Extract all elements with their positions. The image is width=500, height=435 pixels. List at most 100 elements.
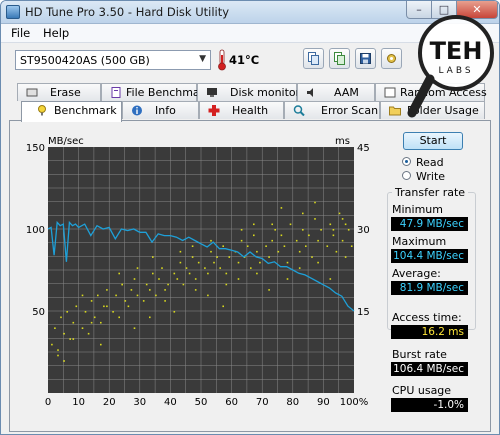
access-time-point xyxy=(219,267,221,269)
access-time-point xyxy=(72,321,75,324)
access-time-point xyxy=(302,212,304,215)
menu-file[interactable]: File xyxy=(11,26,30,40)
hd-tune-window: HD Tune Pro 3.50 - Hard Disk Utility – □… xyxy=(0,0,500,435)
access-time-point xyxy=(256,272,258,275)
access-time-point xyxy=(286,261,289,264)
access-time-point xyxy=(253,234,255,237)
watermark-line1: TEH xyxy=(430,37,483,65)
tab-error-scan[interactable]: Error Scan xyxy=(284,101,380,119)
left-axis-unit: MB/sec xyxy=(48,136,84,147)
cpu-usage-value: -1.0% xyxy=(391,398,468,412)
access-time-point xyxy=(335,250,338,253)
left-tick-label: 150 xyxy=(26,143,45,154)
plot-grid xyxy=(48,147,354,393)
x-tick-label: 40 xyxy=(164,397,177,408)
tab-disk-monitor[interactable]: Disk monitor xyxy=(197,83,300,101)
temperature-value: 41°C xyxy=(229,53,260,67)
x-tick-label: 70 xyxy=(256,397,269,408)
access-time-point xyxy=(182,283,185,286)
minimum-label: Minimum xyxy=(392,203,443,216)
access-time-point xyxy=(332,229,335,231)
access-time-point xyxy=(133,278,136,280)
maximum-label: Maximum xyxy=(392,235,447,248)
copy-info-icon xyxy=(308,52,319,65)
access-time-point xyxy=(314,201,316,204)
access-time-point xyxy=(341,218,344,220)
x-tick-label: 90 xyxy=(317,397,330,408)
burst-rate-value: 106.4 MB/sec xyxy=(391,362,468,376)
chevron-down-icon: ▼ xyxy=(199,54,206,64)
access-time-point xyxy=(250,267,252,269)
options-button[interactable] xyxy=(381,48,402,69)
access-time-point xyxy=(295,239,298,242)
access-time-point xyxy=(87,332,90,335)
start-button[interactable]: Start xyxy=(403,132,463,150)
tab-health[interactable]: Health xyxy=(199,101,284,119)
tab-benchmark[interactable]: Benchmark xyxy=(21,101,122,122)
access-time-point xyxy=(97,294,99,297)
drive-select[interactable]: ST9500420AS (500 GB) ▼ xyxy=(15,50,211,70)
maximum-value: 104.4 MB/sec xyxy=(391,249,468,263)
access-time-point xyxy=(280,234,283,237)
aam-icon xyxy=(307,88,313,97)
benchmark-icon xyxy=(38,105,46,116)
access-time-point xyxy=(197,261,200,264)
access-time-point xyxy=(130,289,133,291)
tab-info[interactable]: Info xyxy=(122,101,199,119)
access-time-point xyxy=(100,343,102,346)
x-tick-label: 80 xyxy=(286,397,299,408)
random-access-icon xyxy=(384,87,396,98)
access-time-point xyxy=(204,267,206,269)
access-time-point xyxy=(268,256,270,258)
access-time-point xyxy=(188,272,191,275)
access-time-point xyxy=(213,261,215,264)
app-icon xyxy=(6,5,20,19)
access-time-point xyxy=(329,223,332,226)
save-button[interactable] xyxy=(355,48,376,69)
access-time-label: Access time: xyxy=(392,311,462,324)
access-time-value: 16.2 ms xyxy=(391,325,468,339)
drive-select-value: ST9500420AS (500 GB) xyxy=(20,54,150,67)
write-radio[interactable]: Write xyxy=(402,170,472,183)
erase-icon xyxy=(26,88,38,97)
menu-help[interactable]: Help xyxy=(43,26,69,40)
access-time-point xyxy=(112,311,114,313)
access-time-point xyxy=(347,229,350,231)
access-time-point xyxy=(326,245,329,247)
access-time-point xyxy=(329,278,332,280)
folder-usage-icon xyxy=(389,106,401,116)
copy-screen-button[interactable] xyxy=(329,48,350,69)
access-time-point xyxy=(118,272,120,275)
tab-aam[interactable]: AAM xyxy=(297,83,375,101)
access-time-point xyxy=(253,223,255,226)
right-tick-label: 15 xyxy=(357,307,370,318)
x-tick-label: 30 xyxy=(133,397,146,408)
access-time-point xyxy=(240,229,243,231)
access-time-point xyxy=(216,256,218,258)
access-time-point xyxy=(344,223,347,226)
right-tick-label: 45 xyxy=(357,143,370,154)
access-time-point xyxy=(124,300,127,302)
access-time-point xyxy=(179,261,182,264)
info-icon xyxy=(132,105,142,116)
access-time-point xyxy=(314,218,316,220)
right-tick-label: 30 xyxy=(357,225,370,236)
tab-file-benchmark[interactable]: File Benchmark xyxy=(101,83,211,101)
average-label: Average: xyxy=(392,267,441,280)
cpu-usage-label: CPU usage xyxy=(392,384,452,397)
access-time-point xyxy=(133,327,136,329)
access-time-point xyxy=(259,261,261,264)
copy-info-button[interactable] xyxy=(303,48,324,69)
access-time-point xyxy=(84,311,87,313)
transfer-rate-chart: MB/sec ms 0 10 20 30 40 50 60 70 80 90 100% 150 100 5… xyxy=(26,136,370,408)
access-time-point xyxy=(207,272,209,275)
access-time-point xyxy=(142,300,145,302)
access-time-point xyxy=(280,207,283,209)
tab-erase[interactable]: Erase xyxy=(17,83,101,101)
access-time-point xyxy=(57,349,59,351)
minimum-value: 47.9 MB/sec xyxy=(391,217,468,231)
x-tick-label: 50 xyxy=(195,397,208,408)
thermometer-icon xyxy=(218,49,226,71)
read-radio[interactable]: Read xyxy=(402,156,472,169)
access-time-point xyxy=(298,250,301,253)
